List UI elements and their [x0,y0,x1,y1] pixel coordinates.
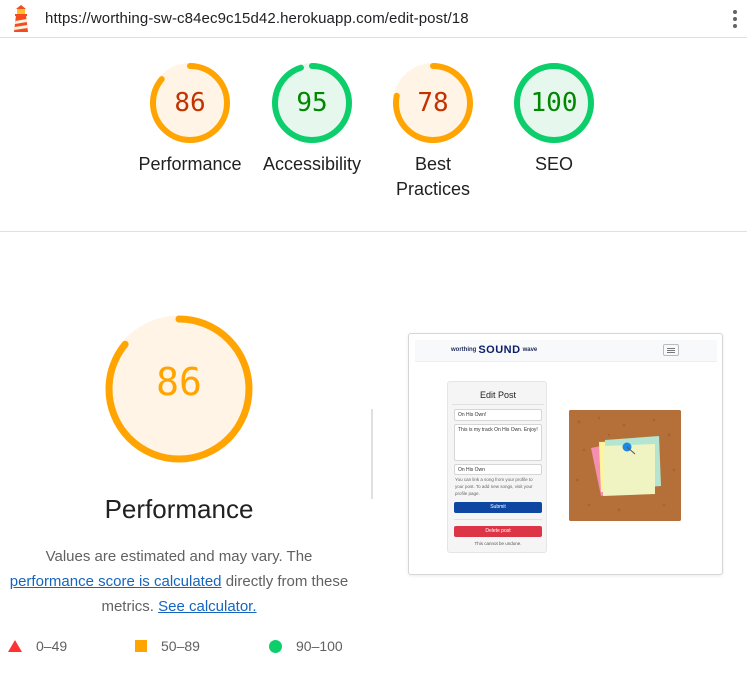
kebab-menu-icon[interactable] [729,8,741,30]
thumb-title-input: On His Own! [454,409,542,421]
gauge-score: 100 [530,88,578,118]
gauge-best-practices[interactable]: 78 Best Practices [368,62,498,202]
desc-text-2: directly from these [225,573,349,590]
performance-score-link[interactable]: performance score is calculated [10,573,222,590]
triangle-icon [8,640,22,652]
thumb-help-text: You can link a song from your profile to… [455,477,533,496]
thumb-navbar: worthing SOUND wave [415,340,717,362]
see-calculator-link[interactable]: See calculator. [158,598,256,615]
score-gauges: 86 Performance 95 Accessibility 78 Best … [0,38,747,232]
score-legend: 0–49 50–89 90–100 [8,638,368,660]
gauge-label: Best Practices [395,154,471,199]
thumb-brand-logo: worthing SOUND wave [451,344,538,356]
lighthouse-icon [14,5,28,32]
desc-text-3: metrics. [101,598,154,615]
legend-fail: 0–49 [8,638,67,654]
gauge-seo[interactable]: 100 SEO [489,62,619,177]
gauge-performance[interactable]: 86 Performance [125,62,255,177]
thumb-song-select: On His Own [454,464,542,475]
gauge-score: 95 [296,88,328,118]
thumb-body-textarea: This is my track On His Own. Enjoy! [454,424,542,461]
circle-icon [269,639,282,653]
gauge-label: Performance [138,154,242,174]
legend-pass: 90–100 [269,638,343,654]
gauge-score: 78 [417,88,449,118]
address-bar: https://worthing-sw-c84ec9c15d42.herokua… [0,0,747,38]
legend-range: 50–89 [161,638,200,654]
performance-title: Performance [104,494,254,524]
legend-average: 50–89 [135,638,200,654]
gauge-label: SEO [534,154,573,174]
thumb-warning-text: This cannot be undone. [474,541,522,546]
thumb-submit-button: Submit [454,502,542,513]
gauge-score: 86 [174,88,206,118]
legend-range: 0–49 [36,638,68,654]
legend-range: 90–100 [296,638,343,654]
performance-description: Values are estimated and may vary. The p… [0,544,358,619]
gauge-accessibility[interactable]: 95 Accessibility [247,62,377,177]
final-screenshot-thumbnail[interactable]: worthing SOUND wave Edit Post On His Own… [408,333,723,575]
gauge-label: Accessibility [262,154,362,174]
thumb-edit-card: Edit Post On His Own! This is my track O… [447,381,547,553]
performance-section: 86 Performance Values are estimated and … [0,232,747,688]
hamburger-icon [663,344,679,356]
section-divider [371,409,373,499]
url-text[interactable]: https://worthing-sw-c84ec9c15d42.herokua… [45,10,469,27]
performance-big-score: 86 [156,360,202,404]
desc-text-1: Values are estimated and may vary. The [45,548,313,565]
square-icon [135,640,147,652]
thumb-corkboard-image [569,410,681,521]
thumb-delete-button: Delete post [454,526,542,537]
thumb-card-title: Edit Post [479,390,517,400]
